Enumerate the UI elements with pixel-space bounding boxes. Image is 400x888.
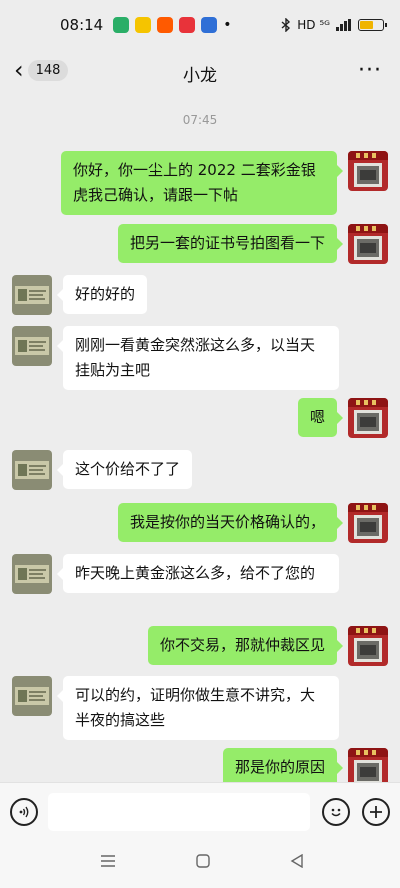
smiley-face-icon <box>331 808 341 817</box>
chat-header: ‹ 148 小龙 ··· <box>0 50 400 96</box>
plus-icon[interactable] <box>362 798 390 826</box>
system-status: HD ⁵ᴳ <box>281 18 387 32</box>
more-notifications-dot: • <box>223 17 232 33</box>
back-nav-icon[interactable] <box>290 852 304 873</box>
outgoing-message-bubble[interactable]: 嗯 <box>297 398 344 437</box>
outgoing-message-bubble[interactable]: 把另一套的证书号拍图看一下 <box>117 224 344 263</box>
my-avatar[interactable] <box>348 626 388 666</box>
emoji-icon[interactable] <box>322 798 350 826</box>
contact-avatar[interactable] <box>12 676 52 716</box>
bank-icon <box>201 17 218 33</box>
outgoing-message-bubble[interactable]: 你好，你一尘上的 2022 二套彩金银虎我己确认，请跟一下帖 <box>61 151 343 215</box>
network-label: HD ⁵ᴳ <box>297 18 330 32</box>
menu-icon[interactable] <box>100 852 116 873</box>
voice-waves-icon <box>19 806 29 818</box>
incoming-message-bubble[interactable]: 这个价给不了了 <box>56 450 193 489</box>
incoming-message-bubble[interactable]: 刚刚一看黄金突然涨这么多，以当天挂贴为主吧 <box>57 326 339 390</box>
wechat-icon <box>113 17 130 33</box>
status-time: 08:14 <box>60 16 104 34</box>
incoming-message-bubble[interactable]: 可以的约，证明你做生意不讲究，大半夜的搞这些 <box>57 676 339 740</box>
more-options-icon[interactable]: ··· <box>358 58 382 83</box>
unread-count-badge: 148 <box>27 59 69 81</box>
battery-icon <box>358 19 387 31</box>
my-avatar[interactable] <box>348 398 388 438</box>
plus-sign-icon <box>370 806 382 818</box>
system-nav-bar <box>0 840 400 888</box>
contact-avatar[interactable] <box>12 275 52 315</box>
outgoing-message-bubble[interactable]: 那是你的原因 <box>222 748 344 782</box>
chat-title: 小龙 <box>183 65 217 86</box>
app-notification-icon <box>135 17 152 33</box>
message-timestamp: 07:45 <box>182 113 218 127</box>
message-input[interactable] <box>48 793 310 831</box>
message-list[interactable]: 07:45 你好，你一尘上的 2022 二套彩金银虎我己确认，请跟一下帖 把另一… <box>0 96 400 782</box>
shop-icon <box>179 17 196 33</box>
contact-avatar[interactable] <box>12 326 52 366</box>
input-bar <box>0 782 400 840</box>
signal-icon <box>336 19 351 31</box>
status-bar: 08:14 • HD ⁵ᴳ <box>0 0 400 50</box>
my-avatar[interactable] <box>348 748 388 782</box>
back-chevron-icon: ‹ <box>14 56 24 84</box>
my-avatar[interactable] <box>348 224 388 264</box>
incoming-message-bubble[interactable]: 昨天晚上黄金涨这么多，给不了您的 <box>57 554 339 593</box>
contact-avatar[interactable] <box>12 450 52 490</box>
taobao-icon <box>157 17 174 33</box>
outgoing-message-bubble[interactable]: 你不交易，那就仲裁区见 <box>147 626 344 665</box>
contact-avatar[interactable] <box>12 554 52 594</box>
battery-level <box>360 21 374 29</box>
my-avatar[interactable] <box>348 151 388 191</box>
my-avatar[interactable] <box>348 503 388 543</box>
voice-icon[interactable] <box>10 798 38 826</box>
bluetooth-icon <box>281 18 291 32</box>
back-button[interactable]: ‹ 148 <box>14 56 69 84</box>
outgoing-message-bubble[interactable]: 我是按你的当天价格确认的， <box>117 503 344 542</box>
incoming-message-bubble[interactable]: 好的好的 <box>56 275 148 314</box>
notification-icons: • <box>113 17 232 33</box>
home-icon[interactable] <box>196 852 210 873</box>
